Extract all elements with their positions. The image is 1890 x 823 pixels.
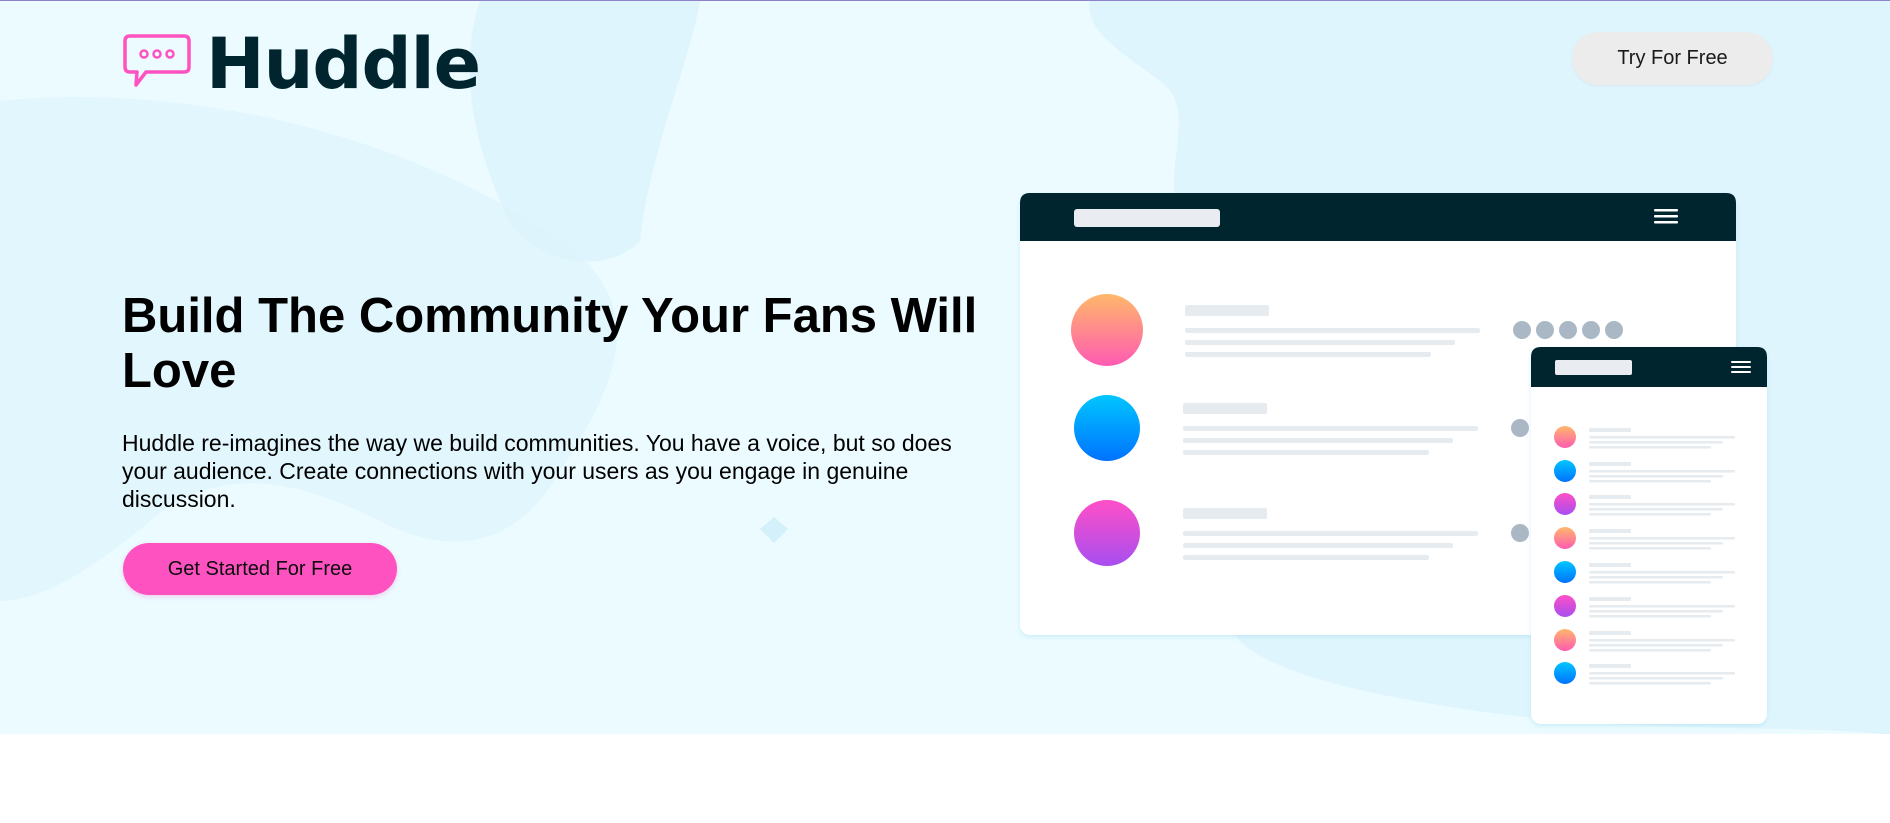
- hero-headline: Build The Community Your Fans Will Love: [122, 289, 978, 398]
- get-started-button[interactable]: Get Started For Free: [123, 543, 397, 595]
- mobile-menu-icon: [1731, 361, 1751, 373]
- hero-section: Huddle Try For Free Build The Community …: [0, 0, 1890, 734]
- speech-bubble-icon: [123, 34, 191, 87]
- menu-icon: [1654, 209, 1678, 224]
- mobile-window-mockup: [1531, 347, 1767, 724]
- app-mockup-illustration: [1020, 193, 1767, 724]
- try-for-free-button[interactable]: Try For Free: [1572, 32, 1773, 85]
- logo-wordmark: Huddle: [206, 23, 481, 105]
- hero-description: Huddle re-imagines the way we build comm…: [122, 430, 952, 512]
- logo[interactable]: Huddle: [122, 23, 481, 105]
